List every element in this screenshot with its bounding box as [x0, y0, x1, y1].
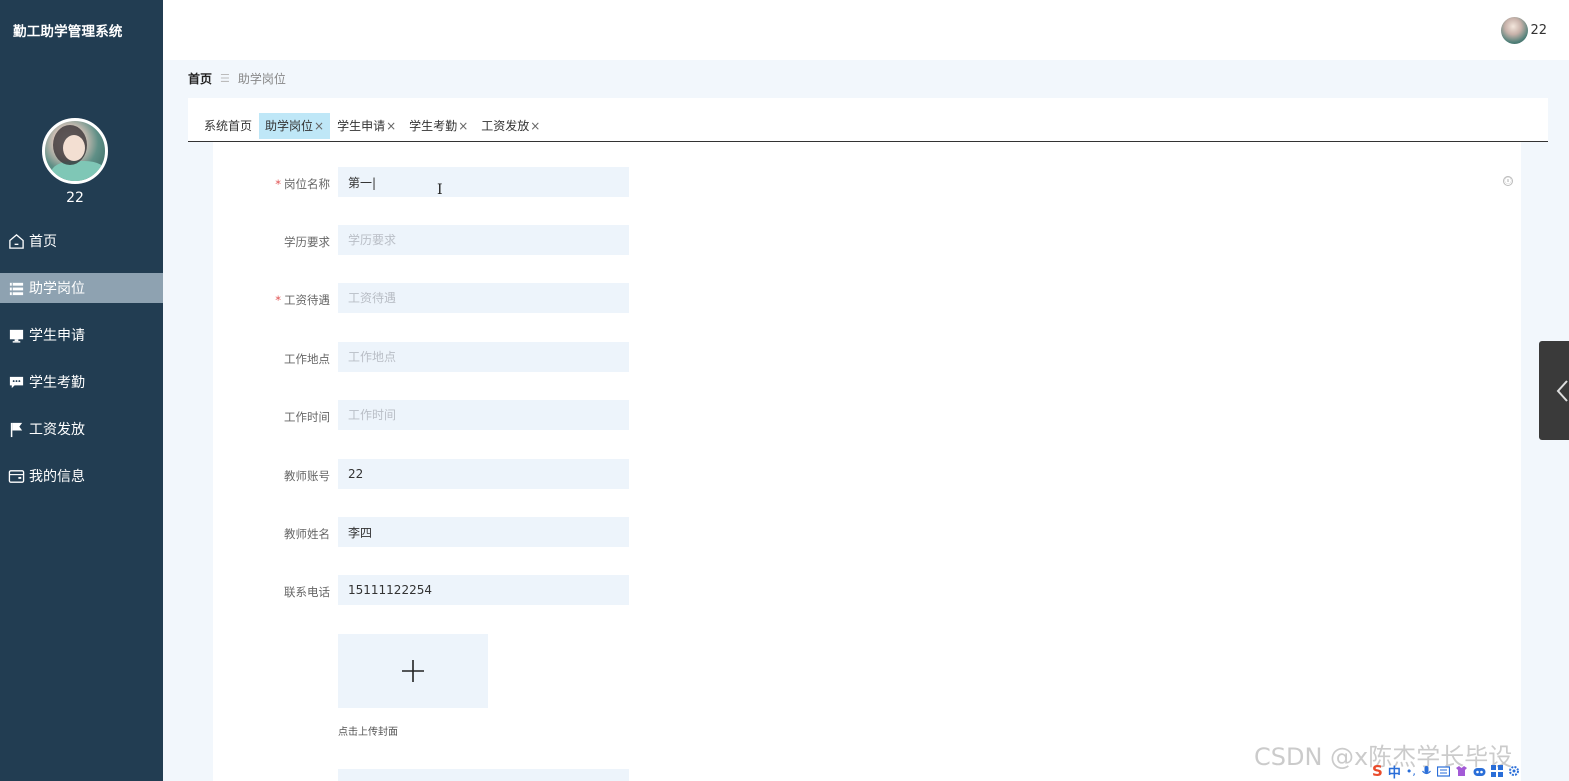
sidebar-item-label: 助学岗位: [29, 281, 85, 297]
work-time-input[interactable]: [338, 400, 629, 430]
tab-salary[interactable]: 工资发放×: [475, 113, 546, 139]
sidebar-avatar[interactable]: [42, 118, 108, 184]
monitor-icon: [9, 329, 24, 343]
tab-attendance[interactable]: 学生考勤×: [403, 113, 474, 139]
tab-label: 工资发放: [481, 119, 530, 133]
home-icon: [9, 233, 24, 249]
location-input[interactable]: [338, 342, 629, 372]
sidebar-item-label: 我的信息: [29, 469, 85, 485]
header-avatar[interactable]: [1501, 17, 1528, 44]
header-username[interactable]: 22: [1530, 23, 1547, 38]
cloud-icon[interactable]: [1473, 766, 1486, 777]
sidebar-item-salary[interactable]: 工资发放: [0, 414, 163, 444]
grid-icon[interactable]: [1490, 765, 1503, 777]
field-label: 工作时间: [284, 410, 330, 424]
text-cursor-icon: I: [437, 182, 443, 198]
close-icon[interactable]: ×: [314, 119, 324, 133]
close-icon[interactable]: ×: [386, 119, 396, 133]
top-header: [163, 0, 1569, 60]
drawer-toggle-button[interactable]: [1539, 341, 1569, 440]
ime-logo-icon[interactable]: S: [1372, 762, 1383, 780]
phone-input[interactable]: [338, 575, 629, 605]
position-name-input[interactable]: [338, 167, 629, 197]
ime-mode[interactable]: 中: [1388, 762, 1401, 781]
sidebar-item-home[interactable]: 首页: [0, 226, 163, 256]
next-field-input[interactable]: [338, 769, 629, 781]
required-mark: *: [275, 177, 281, 191]
breadcrumb-separator-icon: ☰: [220, 72, 230, 85]
sidebar: 勤工助学管理系统 22 首页 助学岗位 学生申请 学生考勤 工资发放 我的信息: [0, 0, 163, 781]
sidebar-username: 22: [66, 190, 84, 206]
sidebar-item-label: 首页: [29, 234, 57, 250]
mic-icon[interactable]: [1421, 765, 1432, 778]
sidebar-item-attendance[interactable]: 学生考勤: [0, 367, 163, 397]
tab-positions[interactable]: 助学岗位×: [259, 113, 331, 139]
tab-applications[interactable]: 学生申请×: [331, 113, 402, 139]
field-label: * 工资待遇: [275, 293, 330, 307]
sidebar-item-label: 工资发放: [29, 422, 85, 438]
form-panel: ⓧ *岗位名称 学历要求 *工资待遇 工作地点 工作时间 教师账号 教师姓名 联…: [213, 142, 1521, 781]
required-mark: *: [275, 293, 281, 307]
tab-label: 学生申请: [337, 119, 386, 133]
settings-icon[interactable]: [1508, 765, 1520, 777]
chevron-left-icon: [1556, 380, 1568, 402]
sidebar-item-positions[interactable]: 助学岗位: [0, 273, 163, 303]
salary-input[interactable]: [338, 283, 629, 313]
plus-icon: [402, 660, 424, 682]
form-row-work-time: 工作时间: [213, 400, 913, 430]
education-input[interactable]: [338, 225, 629, 255]
field-label: 教师账号: [284, 469, 330, 483]
form-row-teacher-name: 教师姓名: [213, 517, 913, 547]
flag-icon: [10, 422, 23, 437]
app-title: 勤工助学管理系统: [13, 24, 123, 40]
list-icon: [9, 282, 24, 295]
keyboard-icon[interactable]: [1436, 765, 1450, 777]
sidebar-item-profile[interactable]: 我的信息: [0, 461, 163, 491]
breadcrumb: 首页 ☰ 助学岗位: [188, 70, 286, 87]
tabs-bar: 系统首页 助学岗位× 学生申请× 学生考勤× 工资发放×: [188, 98, 1548, 142]
form-row-education: 学历要求: [213, 225, 913, 255]
form-row-location: 工作地点: [213, 342, 913, 372]
field-label: * 岗位名称: [275, 177, 330, 191]
cover-upload-button[interactable]: [338, 634, 488, 708]
tab-home[interactable]: 系统首页: [198, 113, 258, 139]
sidebar-item-label: 学生考勤: [29, 375, 85, 391]
field-label: 教师姓名: [284, 527, 330, 541]
teacher-account-input[interactable]: [338, 459, 629, 489]
breadcrumb-home[interactable]: 首页: [188, 70, 212, 87]
breadcrumb-current: 助学岗位: [237, 72, 286, 86]
chat-icon: [9, 376, 24, 388]
tab-label: 系统首页: [204, 119, 253, 133]
form-row-position-name: * 岗位名称: [213, 167, 913, 197]
form-row-salary: * 工资待遇: [213, 283, 913, 313]
field-label: 联系电话: [284, 585, 330, 599]
field-label: 工作地点: [284, 352, 330, 366]
teacher-name-input[interactable]: [338, 517, 629, 547]
close-icon[interactable]: ×: [530, 119, 540, 133]
wallet-icon: [8, 469, 25, 483]
cover-upload-hint: 点击上传封面: [338, 727, 398, 738]
ime-toolbar: S 中 •,: [1372, 761, 1569, 781]
form-row-phone: 联系电话: [213, 575, 913, 605]
ime-punct[interactable]: •,: [1406, 765, 1416, 778]
skin-icon[interactable]: [1455, 765, 1468, 777]
close-icon[interactable]: ×: [458, 119, 468, 133]
tab-label: 学生考勤: [409, 119, 458, 133]
sidebar-item-label: 学生申请: [29, 328, 85, 344]
sidebar-menu: 首页 助学岗位 学生申请 学生考勤 工资发放 我的信息: [0, 226, 163, 508]
tab-label: 助学岗位: [265, 119, 314, 133]
sidebar-item-applications[interactable]: 学生申请: [0, 320, 163, 350]
clear-icon[interactable]: ⓧ: [1503, 176, 1513, 186]
field-label: 学历要求: [284, 235, 330, 249]
form-row-teacher-account: 教师账号: [213, 459, 913, 489]
